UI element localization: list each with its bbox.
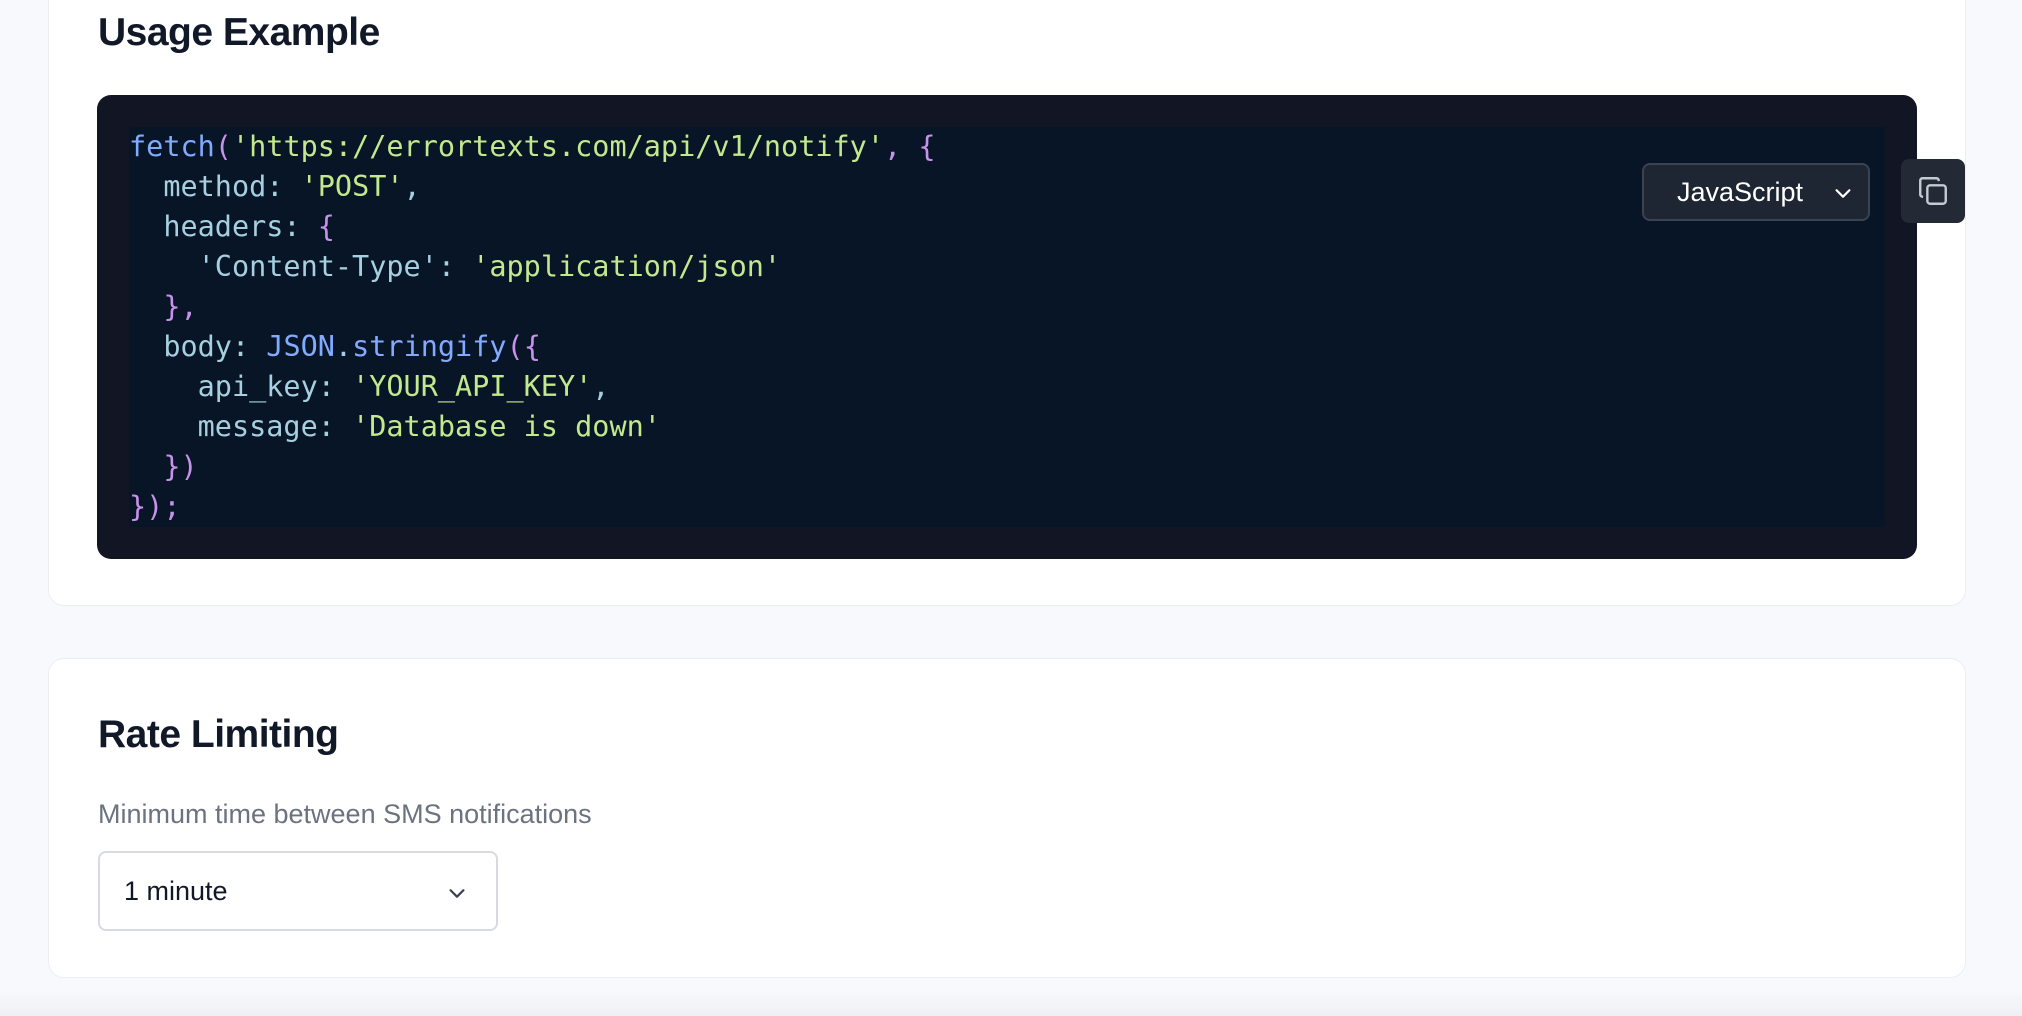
code-token: . <box>334 330 353 363</box>
code-token: }); <box>129 490 181 523</box>
rate-limit-select-value: 1 minute <box>124 875 228 906</box>
code-token: ( <box>214 130 232 163</box>
usage-example-title: Usage Example <box>98 11 380 54</box>
usage-example-card: Usage Example fetch('https://errortexts.… <box>48 0 1966 606</box>
code-token: 'POST' <box>300 170 404 203</box>
chevron-down-icon <box>1835 189 1851 198</box>
code-token: 'YOUR_API_KEY' <box>352 370 593 403</box>
code-line-3: headers: { <box>129 207 935 247</box>
code-line-7: api_key: 'YOUR_API_KEY', <box>129 367 935 407</box>
rate-limiting-card: Rate Limiting Minimum time between SMS n… <box>48 658 1966 978</box>
code-token: }) <box>129 450 198 483</box>
code-token: body: <box>129 330 267 363</box>
language-select[interactable]: JavaScript <box>1642 163 1870 221</box>
code-area: fetch('https://errortexts.com/api/v1/not… <box>129 127 1965 527</box>
code-line-10: }); <box>129 487 935 527</box>
code-block: fetch('https://errortexts.com/api/v1/not… <box>97 95 1965 559</box>
code-line-8: message: 'Database is down' <box>129 407 935 447</box>
code-token: 'application/json' <box>472 250 782 283</box>
code-token: , { <box>884 130 936 163</box>
code-token: api_key: <box>129 370 353 403</box>
code-token: method: <box>129 170 301 203</box>
code-token: }, <box>129 290 198 323</box>
copy-icon <box>1919 177 1947 205</box>
code-token: fetch <box>129 130 215 163</box>
code-line-1: fetch('https://errortexts.com/api/v1/not… <box>129 127 935 167</box>
code-line-6: body: JSON.stringify({ <box>129 327 935 367</box>
code-line-9: }) <box>129 447 935 487</box>
code-token: stringify <box>352 330 507 363</box>
copy-button[interactable] <box>1901 159 1965 223</box>
code-token: 'Content-Type' <box>129 250 438 283</box>
code-token: message: <box>129 410 353 443</box>
page-footer-fade <box>0 990 2022 1016</box>
code-line-2: method: 'POST', <box>129 167 935 207</box>
rate-limiting-title: Rate Limiting <box>98 713 339 756</box>
code-text: fetch('https://errortexts.com/api/v1/not… <box>129 127 935 527</box>
code-line-4: 'Content-Type': 'application/json' <box>129 247 935 287</box>
code-token: JSON <box>266 330 335 363</box>
code-token: , <box>592 370 610 403</box>
code-token: ({ <box>506 330 541 363</box>
code-line-5: }, <box>129 287 935 327</box>
chevron-down-icon <box>449 889 465 898</box>
code-token: headers: <box>129 210 318 243</box>
code-token: 'https://errortexts.com/api/v1/notify' <box>231 130 884 163</box>
rate-limit-label: Minimum time between SMS notifications <box>98 799 592 829</box>
code-token: { <box>317 210 335 243</box>
code-token: , <box>403 170 421 203</box>
code-token: : <box>437 250 473 283</box>
rate-limit-select[interactable]: 1 minute <box>98 851 498 931</box>
code-token: 'Database is down' <box>352 410 661 443</box>
language-select-value: JavaScript <box>1677 176 1804 207</box>
